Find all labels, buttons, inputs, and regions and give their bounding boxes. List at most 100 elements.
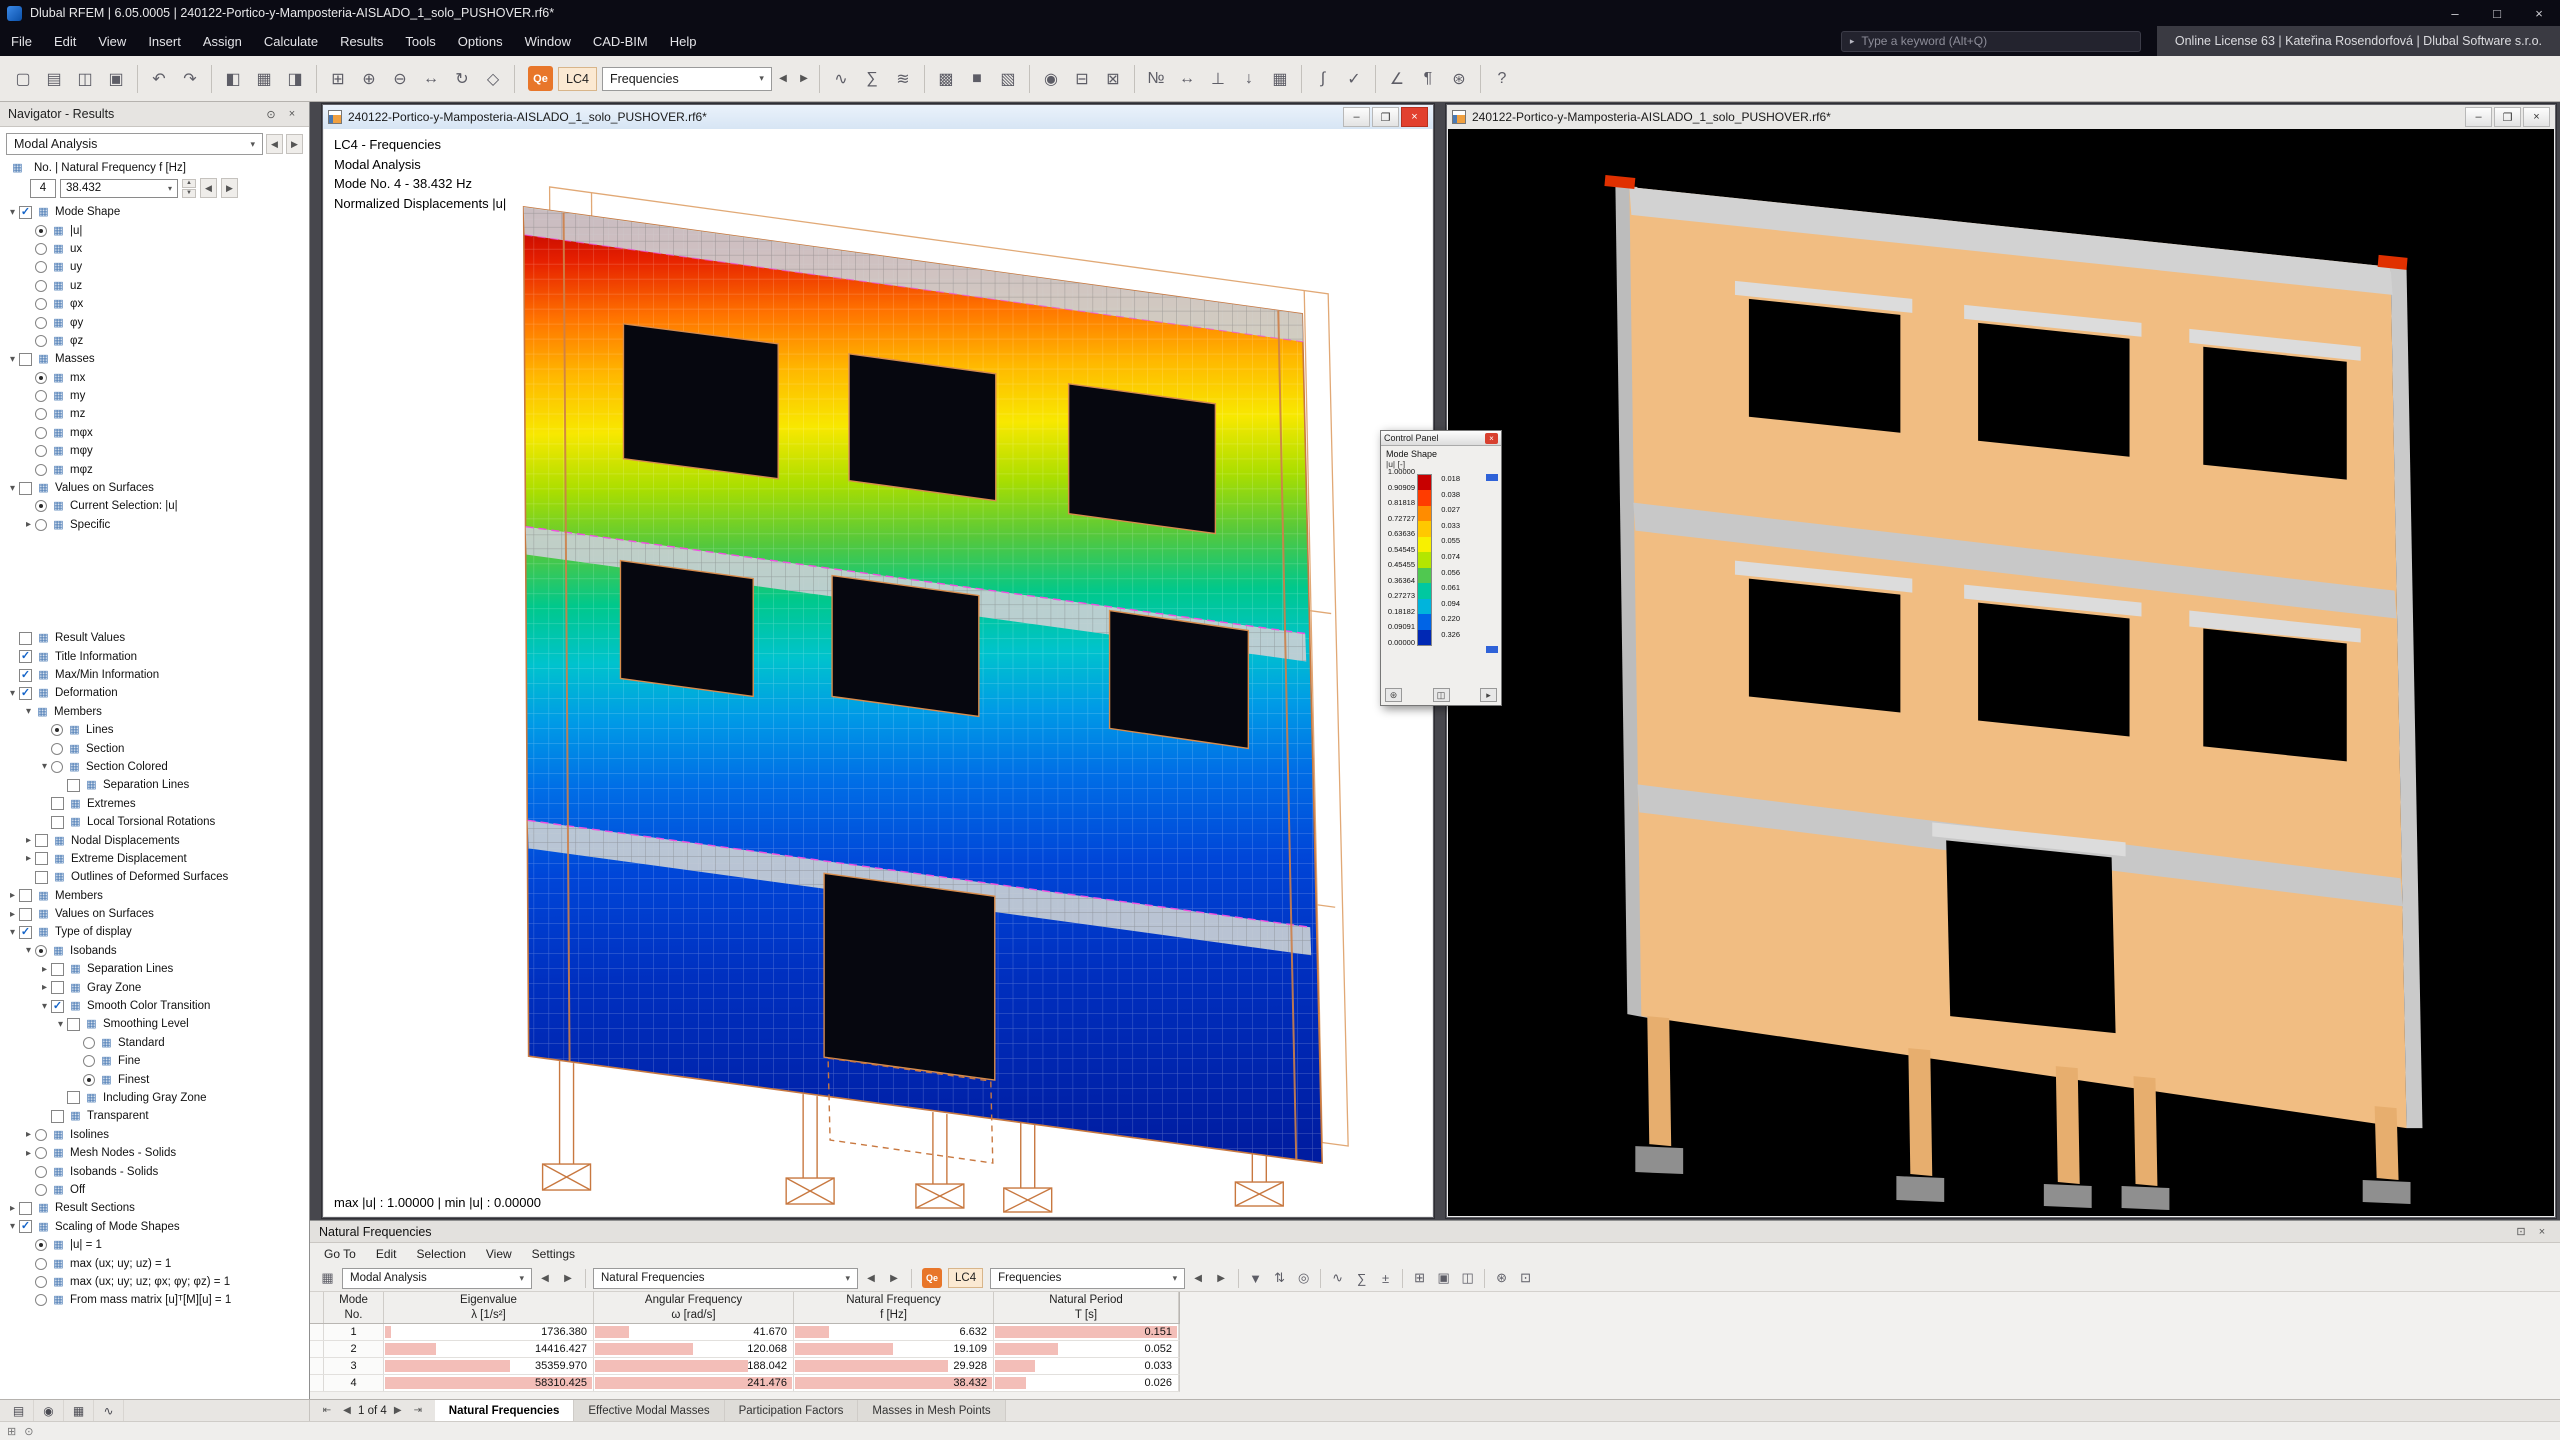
minimize-button[interactable]: – [2434,0,2476,26]
table-tab-participation-factors[interactable]: Participation Factors [724,1400,859,1421]
spin-down-icon[interactable]: ▼ [182,188,196,198]
mode-number-stepper[interactable]: ▲ ▼ [182,178,196,198]
menu-item-help[interactable]: Help [659,26,708,56]
find-icon[interactable]: ◎ [1292,1268,1315,1289]
previous-sheet-button[interactable]: ◀ [861,1266,881,1290]
tree-item-section-colored[interactable]: ▾ ▦ Section Colored [0,758,309,776]
tree-item-values-on-surfaces[interactable]: ▸ ▦ Values on Surfaces [0,905,309,923]
radio[interactable] [51,760,63,773]
dimensions-icon[interactable]: ↔ [1172,64,1202,94]
radio[interactable] [35,224,47,237]
section-icon[interactable]: ⊠ [1098,64,1128,94]
menu-item-options[interactable]: Options [447,26,514,56]
show-results-icon[interactable]: ∿ [826,64,856,94]
checkbox[interactable] [19,1201,32,1215]
radio[interactable] [83,1073,95,1086]
model-window-titlebar[interactable]: 240122-Portico-y-Mamposteria-AISLADO_1_s… [1447,105,2555,129]
checkbox[interactable] [67,1091,80,1105]
radio[interactable] [35,1183,47,1196]
radio[interactable] [35,316,47,329]
tree-item-max-ux-uy-uz-x-y-z-1[interactable]: ▦ max (ux; uy; uz; φx; φy; φz) = 1 [0,1273,309,1291]
radio[interactable] [83,1036,95,1049]
deformation-icon[interactable]: ≋ [888,64,918,94]
tree-item-z[interactable]: ▦ φz [0,332,309,350]
collapse-chevron-icon[interactable]: ▾ [6,1221,19,1232]
decimal-places-icon[interactable]: ± [1374,1268,1397,1289]
fullscreen-table-icon[interactable]: ⊡ [1514,1268,1537,1289]
tables-toggle-icon[interactable]: ▦ [249,64,279,94]
tree-item-x[interactable]: ▦ φx [0,295,309,313]
checkbox[interactable]: ✓ [19,205,32,219]
previous-analysis-button[interactable]: ◀ [266,134,283,154]
copy-table-icon[interactable]: ◫ [1456,1268,1479,1289]
tree-item-finest[interactable]: ▦ Finest [0,1070,309,1088]
previous-page-icon[interactable]: ◀ [338,1402,356,1420]
expand-chevron-icon[interactable]: ▸ [22,1148,35,1159]
table-load-case-combo[interactable]: Frequencies ▾ [990,1267,1186,1289]
menu-item-cad-bim[interactable]: CAD-BIM [582,26,659,56]
checkbox[interactable] [19,889,32,903]
radio[interactable] [35,334,47,347]
expand-chevron-icon[interactable]: ▸ [22,1129,35,1140]
checkbox[interactable] [67,1017,80,1031]
calculate-icon[interactable]: ∫ [1308,64,1338,94]
maximize-button[interactable]: □ [2476,0,2518,26]
zoom-window-icon[interactable]: ⊞ [323,64,353,94]
expand-chevron-icon[interactable]: ▸ [22,835,35,846]
next-analysis-button[interactable]: ▶ [286,134,303,154]
window-minimize-button[interactable]: – [1343,107,1370,127]
expand-chevron-icon[interactable]: ▸ [6,909,19,920]
tree-item-mx[interactable]: ▦ mx [0,369,309,387]
tree-item-u[interactable]: ▦ |u| [0,221,309,239]
supports-icon[interactable]: ⊥ [1203,64,1233,94]
menu-item-edit[interactable]: Edit [43,26,87,56]
radio[interactable] [83,1055,95,1068]
tree-item-m-x[interactable]: ▦ mφx [0,424,309,442]
rotate-view-icon[interactable]: ↻ [447,64,477,94]
tree-item-m-z[interactable]: ▦ mφz [0,460,309,478]
collapse-chevron-icon[interactable]: ▾ [6,483,19,494]
export-excel-icon[interactable]: ⊞ [1408,1268,1431,1289]
filter-icon[interactable]: ▼ [1244,1268,1267,1289]
tree-item-standard[interactable]: ▦ Standard [0,1034,309,1052]
results-window-titlebar[interactable]: 240122-Portico-y-Mamposteria-AISLADO_1_s… [323,105,1433,129]
panel-expand-icon[interactable]: ▸ [1480,688,1497,702]
table-menu-item-selection[interactable]: Selection [407,1247,476,1261]
zoom-in-icon[interactable]: ⊕ [354,64,384,94]
tree-item-separation-lines[interactable]: ▸ ▦ Separation Lines [0,960,309,978]
close-button[interactable]: × [2518,0,2560,26]
checkbox[interactable]: ✓ [19,925,32,939]
menu-item-file[interactable]: File [0,26,43,56]
tree-item-extremes[interactable]: ▦ Extremes [0,795,309,813]
radio[interactable] [35,408,47,421]
tree-item-masses[interactable]: ▾ ▦ Masses [0,350,309,368]
previous-mode-button[interactable]: ◀ [200,178,217,198]
tree-item-mz[interactable]: ▦ mz [0,405,309,423]
help-icon[interactable]: ? [1487,64,1517,94]
tree-item-fine[interactable]: ▦ Fine [0,1052,309,1070]
checkbox[interactable]: ✓ [51,999,64,1013]
checkbox[interactable] [35,870,48,884]
menu-item-calculate[interactable]: Calculate [253,26,329,56]
previous-table-button[interactable]: ◀ [535,1266,555,1290]
radio[interactable] [35,463,47,476]
expand-chevron-icon[interactable]: ▸ [6,1203,19,1214]
wireframe-display-icon[interactable]: ▩ [931,64,961,94]
checkbox[interactable] [67,778,80,792]
tree-item-specific[interactable]: ▸ ▦ Specific [0,516,309,534]
zoom-out-icon[interactable]: ⊖ [385,64,415,94]
tree-item-result-sections[interactable]: ▸ ▦ Result Sections [0,1199,309,1217]
table-row[interactable]: 4 58310.425 241.476 38.432 0.026 [310,1375,1180,1392]
radio[interactable] [35,371,47,384]
collapse-chevron-icon[interactable]: ▾ [6,354,19,365]
menu-item-view[interactable]: View [87,26,137,56]
table-tab-effective-modal-masses[interactable]: Effective Modal Masses [574,1400,725,1421]
table-tab-natural-frequencies[interactable]: Natural Frequencies [434,1400,575,1421]
pin-icon[interactable]: ⊙ [262,105,280,123]
new-model-icon[interactable]: ▢ [8,64,38,94]
table-row[interactable]: 3 35359.970 188.042 29.928 0.033 [310,1358,1180,1375]
tree-item-smooth-color-transition[interactable]: ▾ ✓ ▦ Smooth Color Transition [0,997,309,1015]
pan-view-icon[interactable]: ↔ [416,64,446,94]
window-close-button[interactable]: × [2523,107,2550,127]
radio[interactable] [35,298,47,311]
